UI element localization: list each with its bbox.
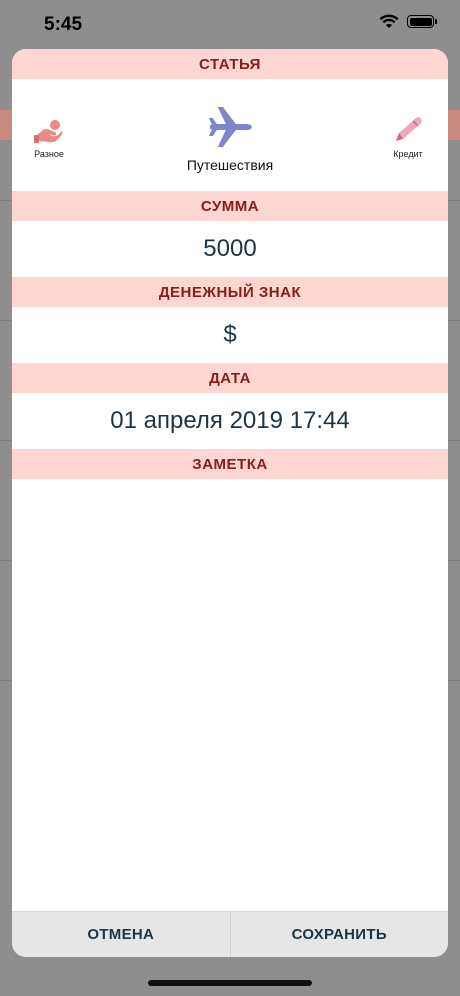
category-credit-label: Кредит — [393, 149, 423, 159]
save-button[interactable]: СОХРАНИТЬ — [229, 912, 449, 957]
section-header-currency: ДЕНЕЖНЫЙ ЗНАК — [12, 277, 448, 307]
status-bar: 5:45 — [0, 0, 460, 50]
category-picker[interactable]: Разное Путешествия Кредит — [12, 79, 448, 191]
note-input[interactable] — [12, 479, 448, 911]
section-header-amount: СУММА — [12, 191, 448, 221]
section-header-date: ДАТА — [12, 363, 448, 393]
status-icons — [379, 14, 437, 29]
date-value[interactable]: 01 апреля 2019 17:44 — [12, 393, 448, 449]
transaction-sheet: СТАТЬЯ Разное Путешествия Кредит СУММА 5… — [12, 49, 448, 957]
category-travel-label: Путешествия — [186, 157, 274, 173]
category-travel[interactable]: Путешествия — [187, 103, 273, 173]
wifi-icon — [379, 14, 399, 28]
background-app-edge — [0, 110, 12, 140]
background-app-edge — [448, 110, 460, 140]
pen-icon — [396, 117, 422, 141]
category-misc[interactable]: Разное — [34, 119, 64, 159]
battery-icon — [407, 15, 437, 28]
home-indicator[interactable] — [148, 980, 312, 986]
hand-coin-icon — [34, 120, 63, 143]
category-misc-label: Разное — [34, 149, 64, 159]
section-header-note: ЗАМЕТКА — [12, 449, 448, 479]
cancel-button[interactable]: ОТМЕНА — [12, 912, 230, 957]
section-header-category: СТАТЬЯ — [12, 49, 448, 79]
status-time: 5:45 — [44, 14, 83, 35]
currency-value[interactable]: $ — [12, 307, 448, 363]
bottom-action-bar: ОТМЕНА СОХРАНИТЬ — [12, 911, 448, 957]
airplane-icon — [209, 107, 252, 147]
category-credit[interactable]: Кредит — [392, 115, 424, 159]
amount-value[interactable]: 5000 — [12, 221, 448, 277]
